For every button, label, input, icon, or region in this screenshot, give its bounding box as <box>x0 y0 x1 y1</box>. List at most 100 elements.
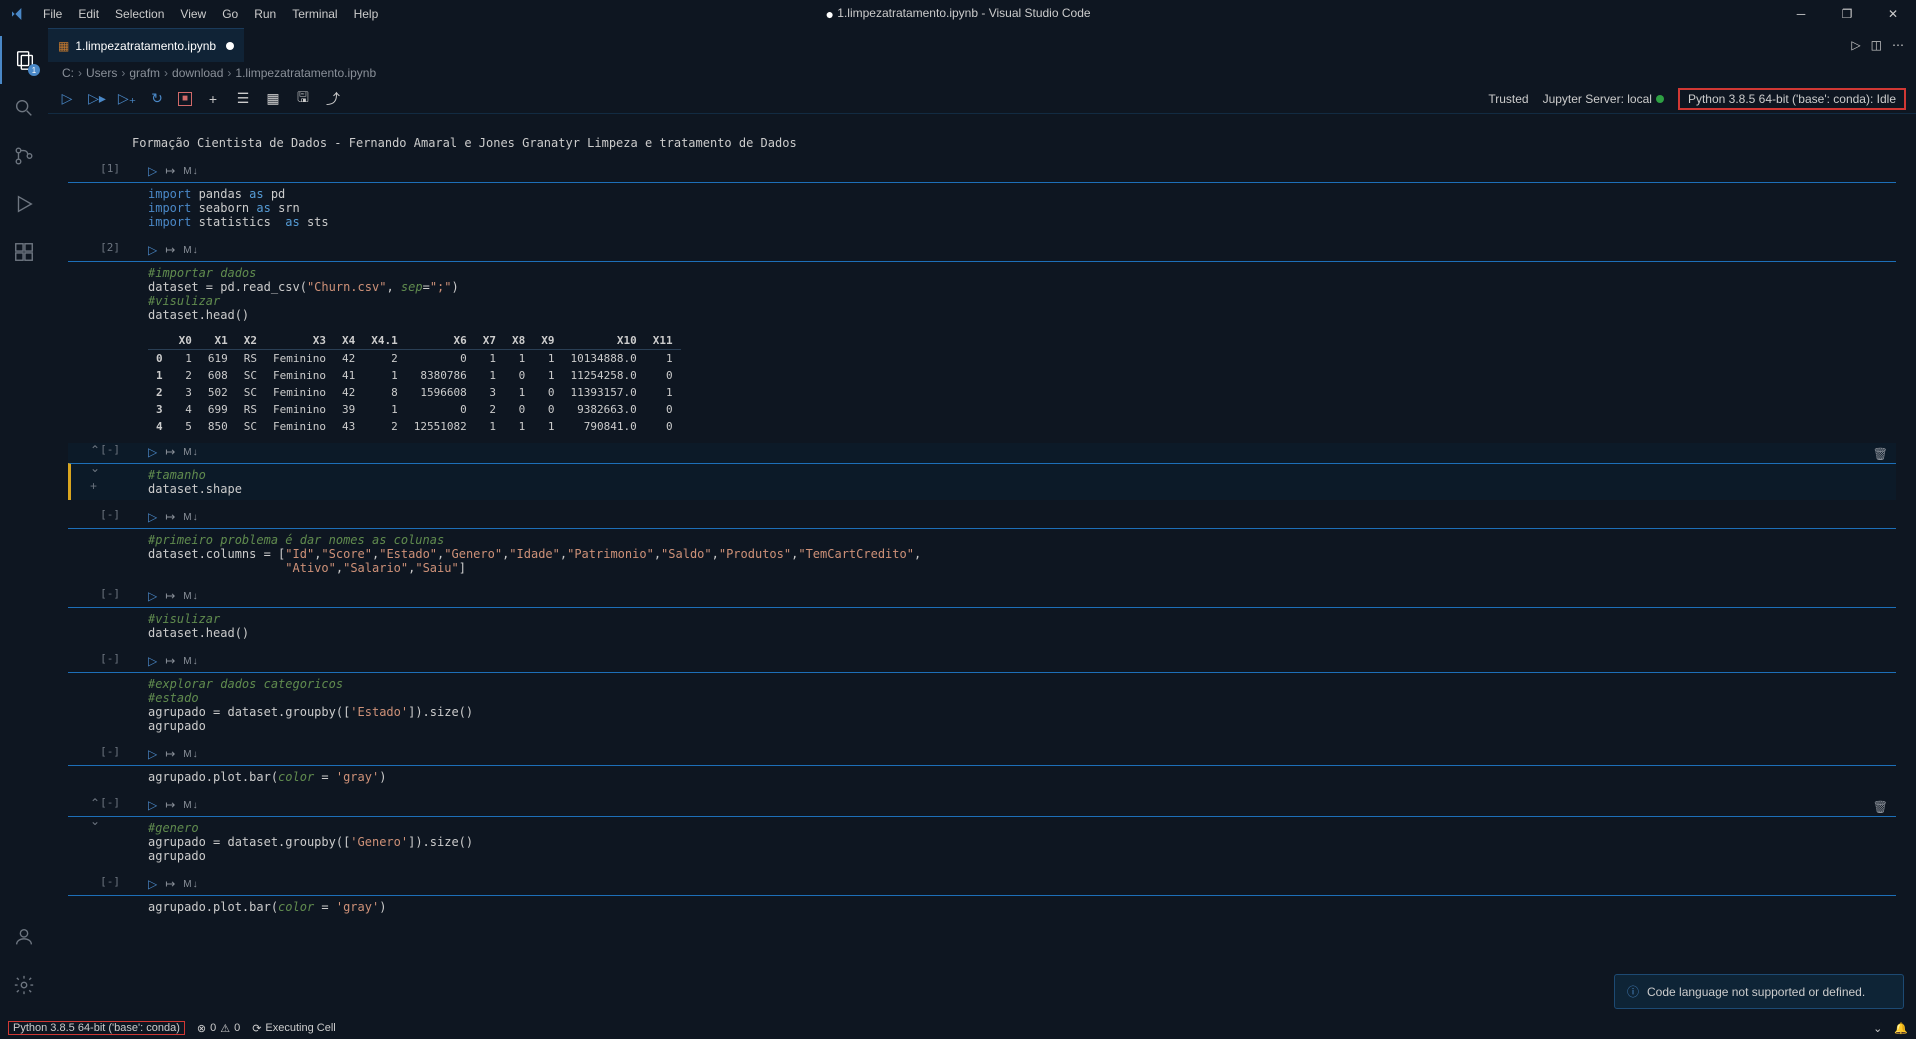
run-cell-icon[interactable]: ▷ <box>148 445 157 459</box>
code-cell[interactable]: [-]⌃⌄▷↦M↓#genero agrupado = dataset.grou… <box>68 796 1896 867</box>
run-cell-icon[interactable]: ▷ <box>58 90 76 107</box>
close-icon[interactable]: ✕ <box>1870 0 1916 28</box>
run-below-icon[interactable]: ▷▸ <box>88 90 106 107</box>
code-cell[interactable]: [1]▷↦M↓import pandas as pd import seabor… <box>68 162 1896 233</box>
kernel-selector[interactable]: Python 3.8.5 64-bit ('base': conda): Idl… <box>1678 88 1906 110</box>
run-cell-icon[interactable]: ▷ <box>148 589 157 603</box>
delete-cell-icon[interactable]: 🗑 <box>1873 800 1888 814</box>
menu-terminal[interactable]: Terminal <box>284 7 345 21</box>
menu-go[interactable]: Go <box>214 7 246 21</box>
code-cell[interactable]: [2]▷↦M↓#importar dados dataset = pd.read… <box>68 241 1896 435</box>
cell-prompt: [-] <box>68 508 128 521</box>
delete-cell-icon[interactable]: 🗑 <box>1873 447 1888 461</box>
menu-help[interactable]: Help <box>346 7 387 21</box>
cell-lang[interactable]: M↓ <box>183 245 198 256</box>
code-cell[interactable]: [-]▷↦M↓#visulizar dataset.head() <box>68 587 1896 644</box>
breadcrumb-segment[interactable]: 1.limpezatratamento.ipynb <box>235 66 376 80</box>
cell-lang[interactable]: M↓ <box>183 749 198 760</box>
toggle-output-icon[interactable]: ▦ <box>264 90 282 107</box>
move-down-icon[interactable]: ⌄ <box>90 461 100 475</box>
run-by-line-icon[interactable]: ↦ <box>165 798 175 812</box>
tab-file[interactable]: ▦ 1.limpezatratamento.ipynb <box>48 28 244 62</box>
code-cell[interactable]: [-] ▷ ↦ M↓ #primeiro problema é dar nomes as… <box>68 508 1896 579</box>
cell-code[interactable]: #visulizar dataset.head() <box>68 607 1896 644</box>
menu-selection[interactable]: Selection <box>107 7 172 21</box>
run-cell-icon[interactable]: ▷ <box>148 510 157 524</box>
cell-lang[interactable]: M↓ <box>183 591 198 602</box>
code-cell[interactable]: [-]▷↦M↓agrupado.plot.bar(color = 'gray') <box>68 745 1896 788</box>
save-icon[interactable]: 🖫 <box>294 87 312 111</box>
menu-run[interactable]: Run <box>246 7 284 21</box>
run-cell-icon[interactable]: ▷ <box>148 798 157 812</box>
run-by-line-icon[interactable]: ↦ <box>165 510 175 524</box>
run-by-line-icon[interactable]: ↦ <box>165 877 175 891</box>
code-cell[interactable]: [-]▷↦M↓#explorar dados categoricos #esta… <box>68 652 1896 737</box>
cell-lang[interactable]: M↓ <box>183 879 198 890</box>
cell-lang[interactable]: M↓ <box>183 800 198 811</box>
cell-lang[interactable]: M↓ <box>183 656 198 667</box>
settings-icon[interactable] <box>0 961 48 1009</box>
run-by-line-icon[interactable]: ↦ <box>165 747 175 761</box>
feedback-icon[interactable]: ⌄ <box>1873 1022 1882 1035</box>
menu-edit[interactable]: Edit <box>70 7 107 21</box>
run-by-line-icon[interactable]: ↦ <box>165 164 175 178</box>
breadcrumb-segment[interactable]: grafm <box>129 66 160 80</box>
maximize-icon[interactable]: ❐ <box>1824 0 1870 28</box>
extensions-icon[interactable] <box>0 228 48 276</box>
run-by-line-icon[interactable]: ↦ <box>165 589 175 603</box>
source-control-icon[interactable] <box>0 132 48 180</box>
breadcrumb-segment[interactable]: Users <box>86 66 117 80</box>
trusted-indicator[interactable]: Trusted <box>1488 92 1528 106</box>
cell-code[interactable]: #importar dados dataset = pd.read_csv("C… <box>68 261 1896 326</box>
status-problems[interactable]: ⊗ 0 ⚠ 0 <box>197 1022 240 1035</box>
export-icon[interactable]: ⤴ <box>324 89 342 109</box>
add-cell-icon[interactable]: + <box>90 479 100 493</box>
run-by-line-icon[interactable]: ↦ <box>165 654 175 668</box>
move-down-icon[interactable]: ⌄ <box>90 814 100 828</box>
move-up-icon[interactable]: ⌃ <box>90 443 100 457</box>
status-executing[interactable]: ⟳ Executing Cell <box>252 1022 336 1035</box>
minimize-icon[interactable]: ─ <box>1778 0 1824 28</box>
breadcrumb-segment[interactable]: C: <box>62 66 74 80</box>
cell-code[interactable]: agrupado.plot.bar(color = 'gray') <box>68 765 1896 788</box>
run-cell-icon[interactable]: ▷ <box>148 654 157 668</box>
run-cell-icon[interactable]: ▷ <box>148 164 157 178</box>
search-icon[interactable] <box>0 84 48 132</box>
cell-lang[interactable]: M↓ <box>183 512 198 523</box>
jupyter-server[interactable]: Jupyter Server: local <box>1543 92 1664 106</box>
more-actions-icon[interactable]: ⋯ <box>1892 38 1904 52</box>
cell-lang[interactable]: M↓ <box>183 166 198 177</box>
notifications-icon[interactable]: 🔔 <box>1894 1022 1908 1035</box>
account-icon[interactable] <box>0 913 48 961</box>
variables-icon[interactable]: ☰ <box>234 90 252 107</box>
cell-code[interactable]: #genero agrupado = dataset.groupby(['Gen… <box>68 816 1896 867</box>
run-all-icon[interactable]: ▷ <box>1851 38 1860 52</box>
move-up-icon[interactable]: ⌃ <box>90 796 100 810</box>
code-cell[interactable]: [-]▷↦M↓agrupado.plot.bar(color = 'gray') <box>68 875 1896 918</box>
menu-file[interactable]: File <box>35 7 70 21</box>
interrupt-kernel-icon[interactable]: ■ <box>178 92 192 106</box>
menu-view[interactable]: View <box>172 7 214 21</box>
notification-toast[interactable]: ⓘ Code language not supported or defined… <box>1614 974 1904 1009</box>
run-cell-icon[interactable]: ▷ <box>148 747 157 761</box>
explorer-icon[interactable]: 1 <box>0 36 48 84</box>
breadcrumbs[interactable]: C: › Users › grafm › download › 1.limpez… <box>48 62 1916 84</box>
add-cell-icon[interactable]: + <box>204 91 222 107</box>
restart-kernel-icon[interactable]: ↻ <box>148 90 166 107</box>
status-kernel[interactable]: Python 3.8.5 64-bit ('base': conda) <box>8 1021 185 1035</box>
cell-lang[interactable]: M↓ <box>183 447 198 458</box>
run-cell-icon[interactable]: ▷ <box>148 877 157 891</box>
cell-code[interactable]: import pandas as pd import seaborn as sr… <box>68 182 1896 233</box>
cell-code[interactable]: #tamanho dataset.shape <box>68 463 1896 500</box>
run-cell-icon[interactable]: ▷ <box>148 243 157 257</box>
split-editor-icon[interactable]: ◫ <box>1871 38 1882 52</box>
code-cell[interactable]: [-]⌃⌄+▷↦M↓#tamanho dataset.shape🗑 <box>68 443 1896 500</box>
breadcrumb-segment[interactable]: download <box>172 66 223 80</box>
run-by-line-icon[interactable]: ↦ <box>165 445 175 459</box>
run-debug-icon[interactable] <box>0 180 48 228</box>
cell-code[interactable]: agrupado.plot.bar(color = 'gray') <box>68 895 1896 918</box>
cell-code[interactable]: #primeiro problema é dar nomes as coluna… <box>68 528 1896 579</box>
run-above-icon[interactable]: ▷₊ <box>118 90 136 107</box>
cell-code[interactable]: #explorar dados categoricos #estado agru… <box>68 672 1896 737</box>
run-by-line-icon[interactable]: ↦ <box>165 243 175 257</box>
